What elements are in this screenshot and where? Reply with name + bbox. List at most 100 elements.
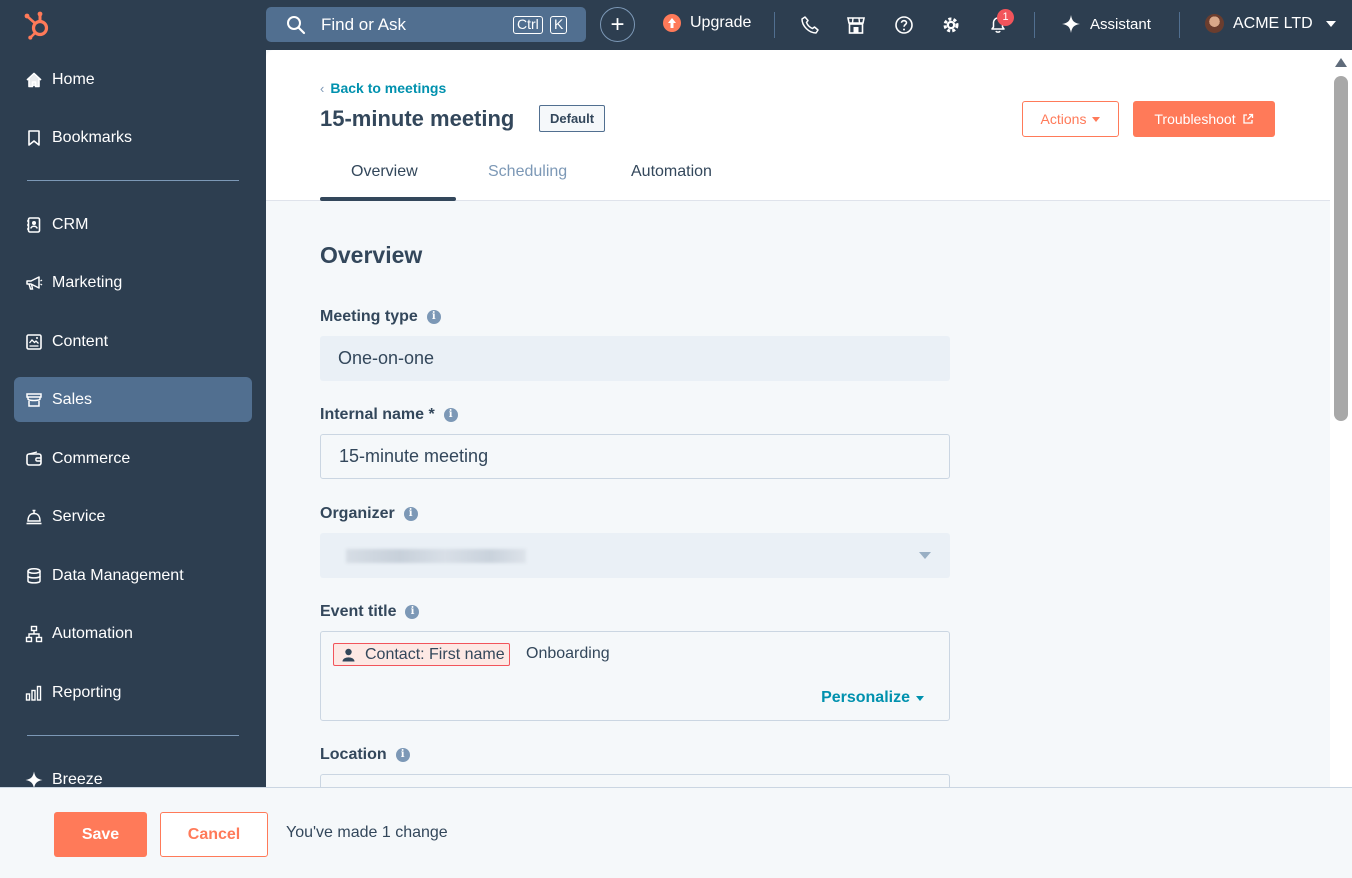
section-title: Overview — [320, 242, 423, 268]
help-icon[interactable] — [894, 15, 914, 35]
personalization-token[interactable]: Contact: First name — [333, 643, 510, 666]
sidebar-item-label: Bookmarks — [52, 128, 133, 146]
assistant-button[interactable]: Assistant — [1062, 15, 1151, 33]
meeting-type-label: Meeting type i — [320, 308, 441, 326]
sidebar-item-label: Reporting — [52, 683, 122, 701]
marketplace-icon[interactable] — [846, 15, 866, 35]
save-bar: Save Cancel You've made 1 change — [0, 787, 1352, 878]
sidebar-item-label: Content — [52, 332, 109, 350]
event-title-label-text: Event title — [320, 603, 397, 620]
location-label: Location i — [320, 746, 410, 764]
sidebar-item-label: Automation — [52, 624, 133, 642]
sidebar-item-breeze[interactable]: Breeze — [14, 757, 252, 787]
sidebar-item-label: Sales — [52, 390, 93, 408]
shortcut-k-key: K — [550, 16, 568, 34]
bookmark-icon — [28, 129, 40, 146]
troubleshoot-label: Troubleshoot — [1154, 111, 1236, 127]
upgrade-arrow-icon — [663, 14, 681, 32]
sidebar-item-crm[interactable]: CRM — [14, 202, 252, 247]
assistant-label: Assistant — [1090, 15, 1151, 33]
contact-person-icon — [342, 648, 355, 661]
sidebar-item-service[interactable]: Service — [14, 494, 252, 539]
page-title: 15-minute meeting — [320, 106, 515, 131]
chevron-down-icon — [1325, 20, 1336, 27]
location-label-text: Location — [320, 746, 387, 763]
caret-down-icon — [916, 695, 924, 701]
bell-service-icon — [26, 509, 42, 524]
avatar — [1205, 14, 1224, 33]
contacts-icon — [27, 216, 41, 233]
sales-icon — [26, 392, 42, 407]
top-navigation-bar: Find or Ask Ctrl K + Upgrade 1 Assistant… — [0, 0, 1352, 50]
sidebar-item-commerce[interactable]: Commerce — [14, 436, 252, 481]
phone-icon[interactable] — [800, 15, 820, 35]
cancel-label: Cancel — [187, 825, 241, 843]
topbar-divider — [774, 12, 775, 38]
info-icon[interactable]: i — [405, 605, 420, 619]
sparkle-icon — [1062, 15, 1080, 33]
back-to-meetings-link[interactable]: ‹ Back to meetings — [320, 80, 446, 96]
hubspot-logo-icon[interactable] — [22, 9, 54, 41]
internal-name-value: 15-minute meeting — [339, 446, 489, 466]
redacted-organizer-name — [346, 548, 526, 563]
sidebar-item-label: CRM — [52, 215, 89, 233]
sidebar-item-home[interactable]: Home — [14, 57, 252, 102]
internal-name-label: Internal name * i — [320, 406, 458, 424]
organizer-label-text: Organizer — [320, 505, 395, 522]
megaphone-icon — [26, 275, 43, 290]
settings-icon[interactable] — [941, 15, 961, 35]
sidebar-item-label: Home — [52, 70, 95, 88]
chevron-left-icon: ‹ — [320, 80, 325, 96]
info-icon[interactable]: i — [426, 310, 441, 324]
cancel-button[interactable]: Cancel — [160, 812, 268, 857]
content-icon — [26, 333, 42, 350]
home-icon — [26, 72, 42, 87]
back-link-label: Back to meetings — [330, 80, 447, 96]
event-title-editor[interactable]: Contact: First name Onboarding Personali… — [320, 631, 950, 721]
organizer-label: Organizer i — [320, 505, 418, 523]
sidebar-item-label: Data Management — [52, 566, 184, 584]
scroll-up-arrow-icon[interactable] — [1335, 58, 1347, 67]
upgrade-button[interactable]: Upgrade — [663, 14, 751, 32]
info-icon[interactable]: i — [403, 507, 418, 521]
external-link-icon — [1242, 113, 1253, 124]
search-icon — [287, 15, 306, 34]
account-name: ACME LTD — [1233, 14, 1313, 32]
info-icon[interactable]: i — [395, 748, 410, 762]
account-menu[interactable]: ACME LTD — [1205, 14, 1336, 33]
sidebar-item-marketing[interactable]: Marketing — [14, 260, 252, 305]
tab-overview[interactable]: Overview — [351, 163, 418, 181]
notification-badge: 1 — [997, 9, 1014, 26]
sidebar-item-data-management[interactable]: Data Management — [14, 553, 252, 598]
workflow-icon — [25, 625, 43, 642]
caret-down-icon — [919, 552, 931, 559]
event-title-text: Onboarding — [526, 645, 610, 662]
topbar-divider — [1034, 12, 1035, 38]
caret-down-icon — [1092, 116, 1101, 122]
save-button[interactable]: Save — [54, 812, 147, 857]
sidebar-item-bookmarks[interactable]: Bookmarks — [14, 115, 252, 160]
scrollbar-thumb[interactable] — [1334, 76, 1348, 421]
internal-name-input[interactable]: 15-minute meeting — [320, 434, 950, 479]
sidebar-divider — [27, 735, 239, 736]
info-icon[interactable]: i — [443, 408, 458, 422]
sidebar-item-content[interactable]: Content — [14, 319, 252, 364]
sidebar-item-automation[interactable]: Automation — [14, 611, 252, 656]
troubleshoot-button[interactable]: Troubleshoot — [1133, 101, 1275, 137]
tab-automation[interactable]: Automation — [631, 163, 712, 181]
page-header: ‹ Back to meetings 15-minute meeting Def… — [266, 50, 1330, 201]
save-label: Save — [81, 825, 120, 843]
create-new-button[interactable]: + — [600, 7, 635, 42]
actions-dropdown-button[interactable]: Actions — [1022, 101, 1119, 137]
tab-scheduling[interactable]: Scheduling — [488, 163, 567, 181]
sidebar-item-sales[interactable]: Sales — [14, 377, 252, 422]
actions-label: Actions — [1040, 111, 1087, 127]
upgrade-label: Upgrade — [690, 14, 752, 31]
sidebar-item-reporting[interactable]: Reporting — [14, 670, 252, 715]
meeting-type-label-text: Meeting type — [320, 308, 418, 325]
organizer-select[interactable] — [320, 533, 950, 578]
bar-chart-icon — [25, 685, 42, 701]
global-search-bar[interactable]: Find or Ask Ctrl K — [266, 7, 586, 42]
personalize-dropdown[interactable]: Personalize — [821, 689, 924, 707]
active-tab-indicator — [320, 197, 456, 201]
